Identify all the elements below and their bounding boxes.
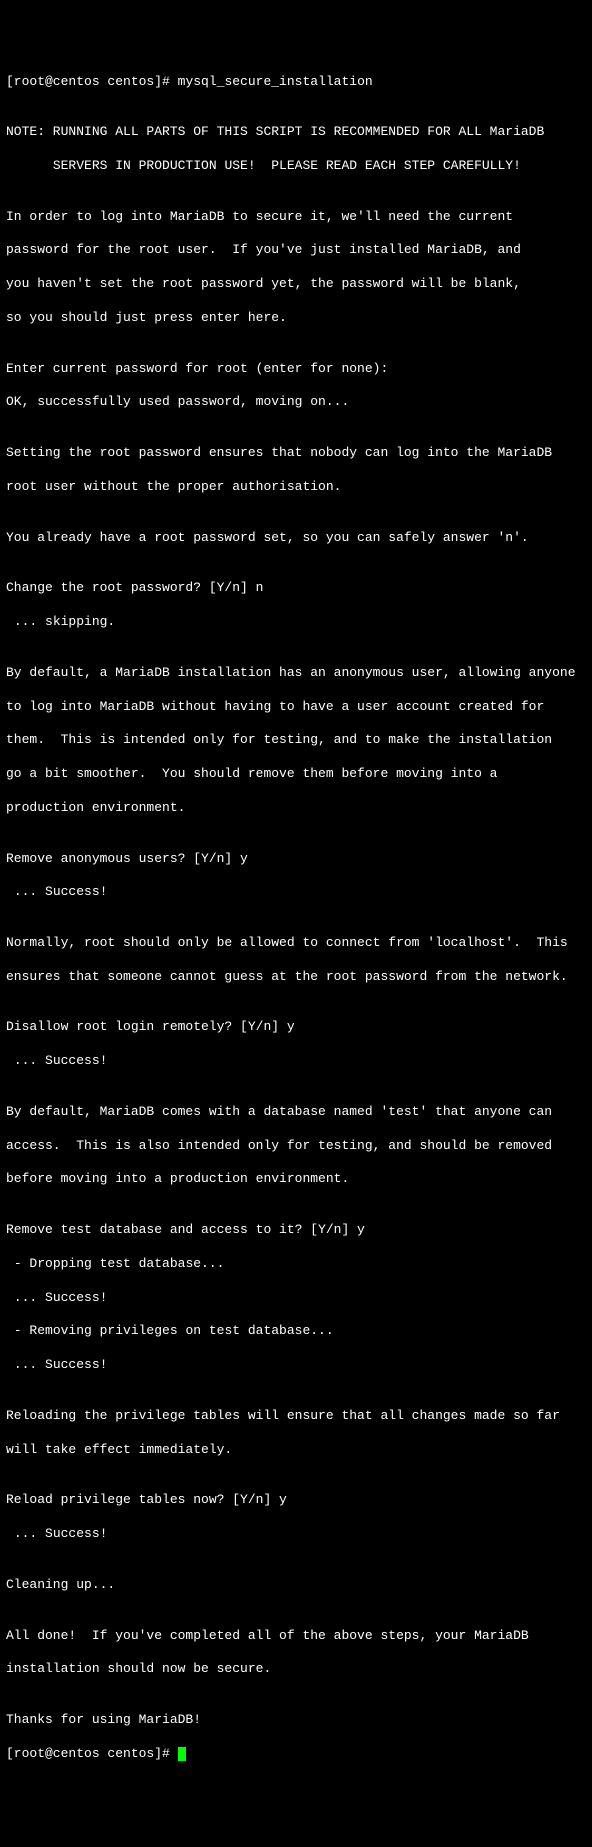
output-line: will take effect immediately.: [6, 1442, 586, 1459]
output-line: - Removing privileges on test database..…: [6, 1323, 586, 1340]
shell-prompt: [root@centos centos]#: [6, 74, 178, 89]
output-line: Thanks for using MariaDB!: [6, 1712, 586, 1729]
output-line: Reloading the privilege tables will ensu…: [6, 1408, 586, 1425]
output-line: password for the root user. If you've ju…: [6, 242, 586, 259]
output-line: NOTE: RUNNING ALL PARTS OF THIS SCRIPT I…: [6, 124, 586, 141]
command-text: mysql_secure_installation: [178, 74, 373, 89]
output-line: Cleaning up...: [6, 1577, 586, 1594]
output-line: installation should now be secure.: [6, 1661, 586, 1678]
prompt-input-line: Change the root password? [Y/n] n: [6, 580, 586, 597]
shell-prompt: [root@centos centos]#: [6, 1746, 178, 1761]
prompt-input-line: Reload privilege tables now? [Y/n] y: [6, 1492, 586, 1509]
output-line: You already have a root password set, so…: [6, 530, 586, 547]
output-line: By default, MariaDB comes with a databas…: [6, 1104, 586, 1121]
output-line: Normally, root should only be allowed to…: [6, 935, 586, 952]
cursor-icon: [178, 1747, 186, 1761]
prompt-input-line: Remove test database and access to it? […: [6, 1222, 586, 1239]
prompt-input-line: Enter current password for root (enter f…: [6, 361, 586, 378]
output-line: In order to log into MariaDB to secure i…: [6, 209, 586, 226]
output-line: them. This is intended only for testing,…: [6, 732, 586, 749]
output-line: By default, a MariaDB installation has a…: [6, 665, 586, 682]
output-line: OK, successfully used password, moving o…: [6, 394, 586, 411]
output-line: access. This is also intended only for t…: [6, 1138, 586, 1155]
output-line: ... skipping.: [6, 614, 586, 631]
output-line: Setting the root password ensures that n…: [6, 445, 586, 462]
output-line: ... Success!: [6, 1357, 586, 1374]
output-line: production environment.: [6, 800, 586, 817]
output-line: ... Success!: [6, 1526, 586, 1543]
output-line: SERVERS IN PRODUCTION USE! PLEASE READ E…: [6, 158, 586, 175]
output-line: you haven't set the root password yet, t…: [6, 276, 586, 293]
prompt-input-line: Remove anonymous users? [Y/n] y: [6, 851, 586, 868]
output-line: - Dropping test database...: [6, 1256, 586, 1273]
output-line: ... Success!: [6, 1053, 586, 1070]
output-line: before moving into a production environm…: [6, 1171, 586, 1188]
output-line: root user without the proper authorisati…: [6, 479, 586, 496]
prompt-line: [root@centos centos]# mysql_secure_insta…: [6, 74, 586, 91]
output-line: ... Success!: [6, 884, 586, 901]
output-line: All done! If you've completed all of the…: [6, 1628, 586, 1645]
prompt-input-line: Disallow root login remotely? [Y/n] y: [6, 1019, 586, 1036]
terminal-output[interactable]: [root@centos centos]# mysql_secure_insta…: [6, 74, 586, 1763]
output-line: ensures that someone cannot guess at the…: [6, 969, 586, 986]
output-line: to log into MariaDB without having to ha…: [6, 699, 586, 716]
output-line: ... Success!: [6, 1290, 586, 1307]
output-line: so you should just press enter here.: [6, 310, 586, 327]
output-line: go a bit smoother. You should remove the…: [6, 766, 586, 783]
prompt-line: [root@centos centos]#: [6, 1746, 586, 1763]
